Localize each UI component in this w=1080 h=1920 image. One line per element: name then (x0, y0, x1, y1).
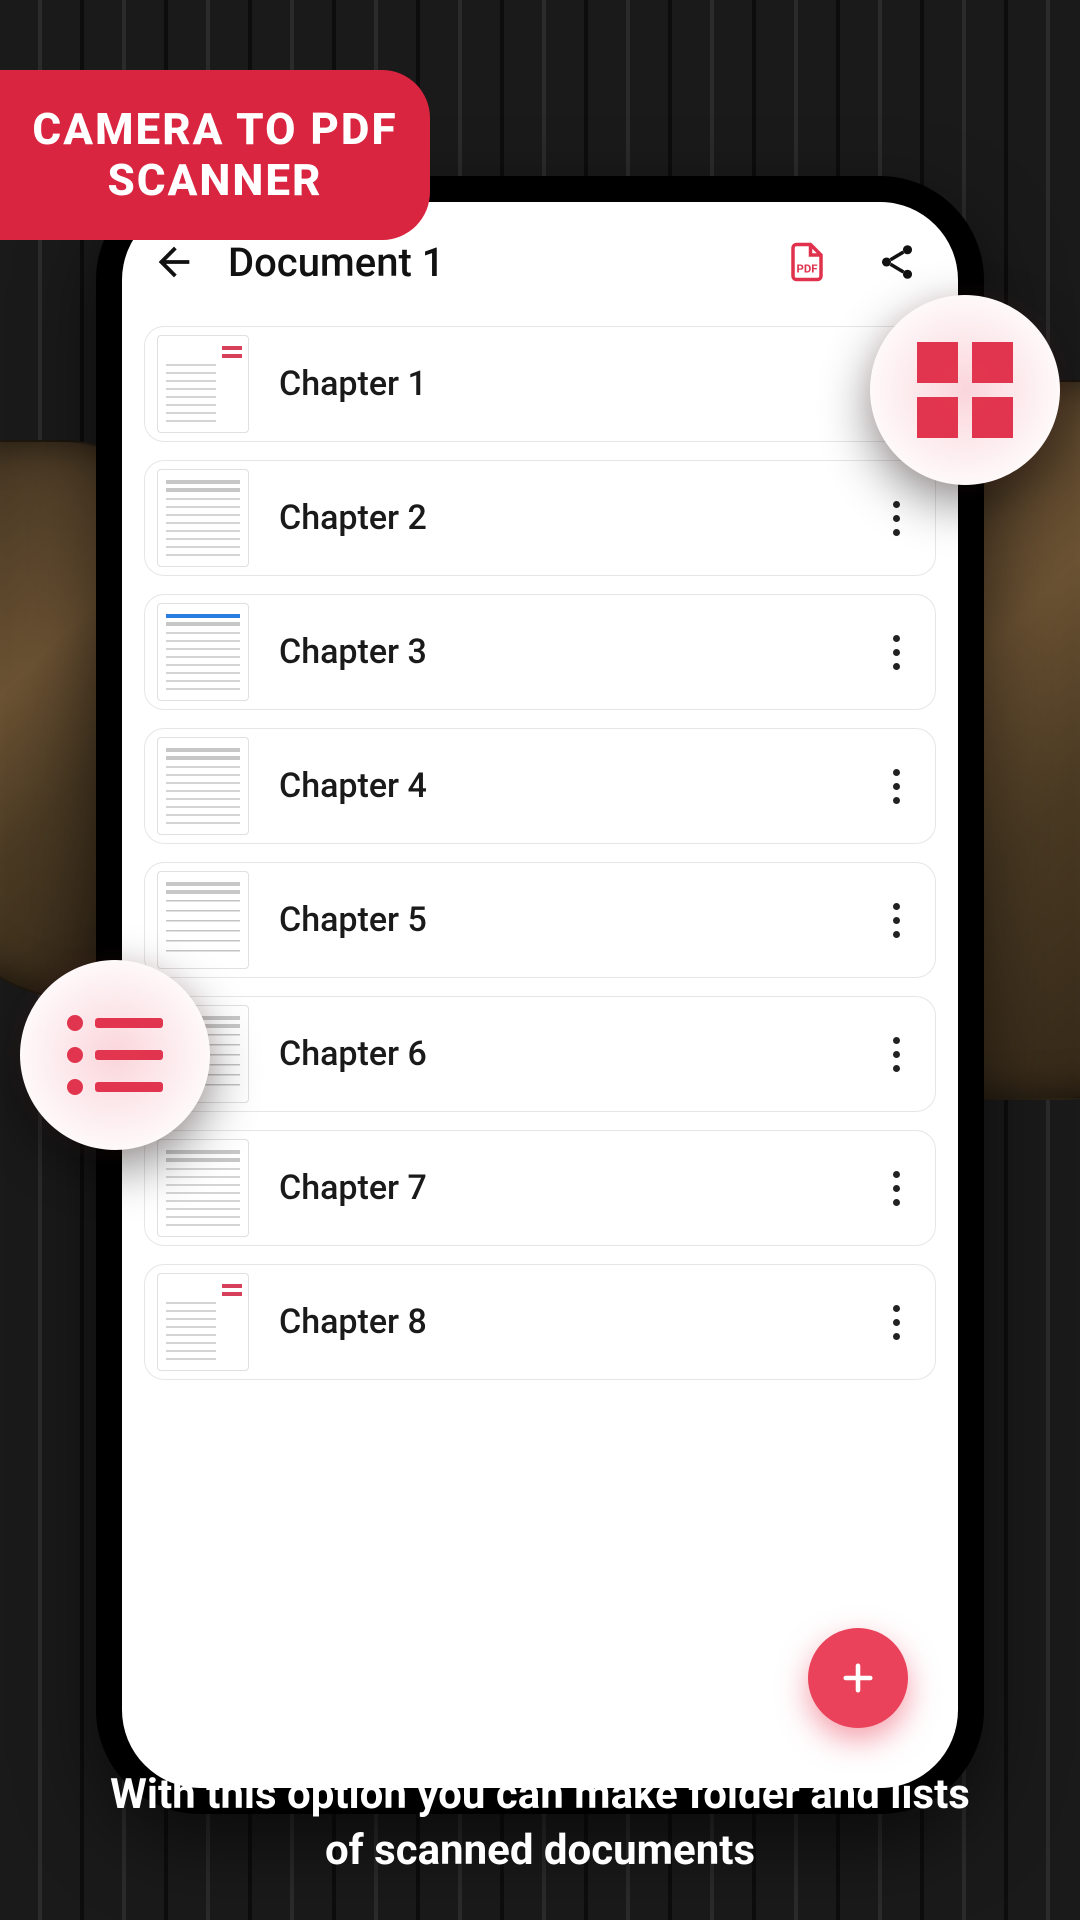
plus-icon (837, 1657, 879, 1699)
document-item[interactable]: Chapter 1 (144, 326, 936, 442)
export-pdf-button[interactable]: PDF (786, 241, 828, 283)
app-screen: Document 1 PDF (122, 202, 958, 1788)
document-title: Chapter 1 (279, 364, 851, 404)
document-thumbnail (157, 469, 249, 567)
caption-line-1: With this option you can make folder and… (60, 1767, 1020, 1824)
phone-frame: Document 1 PDF (100, 180, 980, 1810)
document-more-button[interactable] (881, 498, 911, 538)
svg-text:PDF: PDF (797, 262, 818, 276)
caption: With this option you can make folder and… (0, 1767, 1080, 1880)
document-thumbnail (157, 603, 249, 701)
document-title: Chapter 4 (279, 766, 851, 806)
document-list: Chapter 1 Chapter 2 Chapter 3 Chapter 4 Chap… (144, 322, 936, 1788)
page-title: Document 1 (228, 239, 766, 286)
promo-line-2: SCANNER (32, 155, 397, 206)
document-title: Chapter 8 (279, 1302, 851, 1342)
caption-line-2: of scanned documents (60, 1823, 1020, 1880)
document-more-button[interactable] (881, 1302, 911, 1342)
document-title: Chapter 6 (279, 1034, 851, 1074)
document-title: Chapter 2 (279, 498, 851, 538)
document-more-button[interactable] (881, 900, 911, 940)
document-thumbnail (157, 335, 249, 433)
document-title: Chapter 3 (279, 632, 851, 672)
document-more-button[interactable] (881, 1168, 911, 1208)
document-item[interactable]: Chapter 3 (144, 594, 936, 710)
document-item[interactable]: Chapter 2 (144, 460, 936, 576)
document-item[interactable]: Chapter 4 (144, 728, 936, 844)
header-actions: PDF (786, 241, 918, 283)
share-icon (876, 241, 918, 283)
arrow-left-icon (151, 239, 197, 285)
share-button[interactable] (876, 241, 918, 283)
grid-view-icon (917, 342, 1013, 438)
document-more-button[interactable] (881, 632, 911, 672)
document-title: Chapter 7 (279, 1168, 851, 1208)
document-item[interactable]: Chapter 5 (144, 862, 936, 978)
list-view-icon (67, 1015, 163, 1095)
document-thumbnail (157, 871, 249, 969)
pdf-file-icon: PDF (786, 241, 828, 283)
promo-line-1: CAMERA TO PDF (32, 104, 397, 155)
document-thumbnail (157, 737, 249, 835)
document-more-button[interactable] (881, 1034, 911, 1074)
document-item[interactable]: Chapter 6 (144, 996, 936, 1112)
back-button[interactable] (146, 234, 202, 290)
add-document-button[interactable] (808, 1628, 908, 1728)
document-more-button[interactable] (881, 766, 911, 806)
grid-view-callout[interactable] (870, 295, 1060, 485)
promo-banner: CAMERA TO PDF SCANNER (0, 70, 430, 240)
list-view-callout[interactable] (20, 960, 210, 1150)
document-thumbnail (157, 1273, 249, 1371)
document-title: Chapter 5 (279, 900, 851, 940)
document-item[interactable]: Chapter 7 (144, 1130, 936, 1246)
document-item[interactable]: Chapter 8 (144, 1264, 936, 1380)
document-thumbnail (157, 1139, 249, 1237)
